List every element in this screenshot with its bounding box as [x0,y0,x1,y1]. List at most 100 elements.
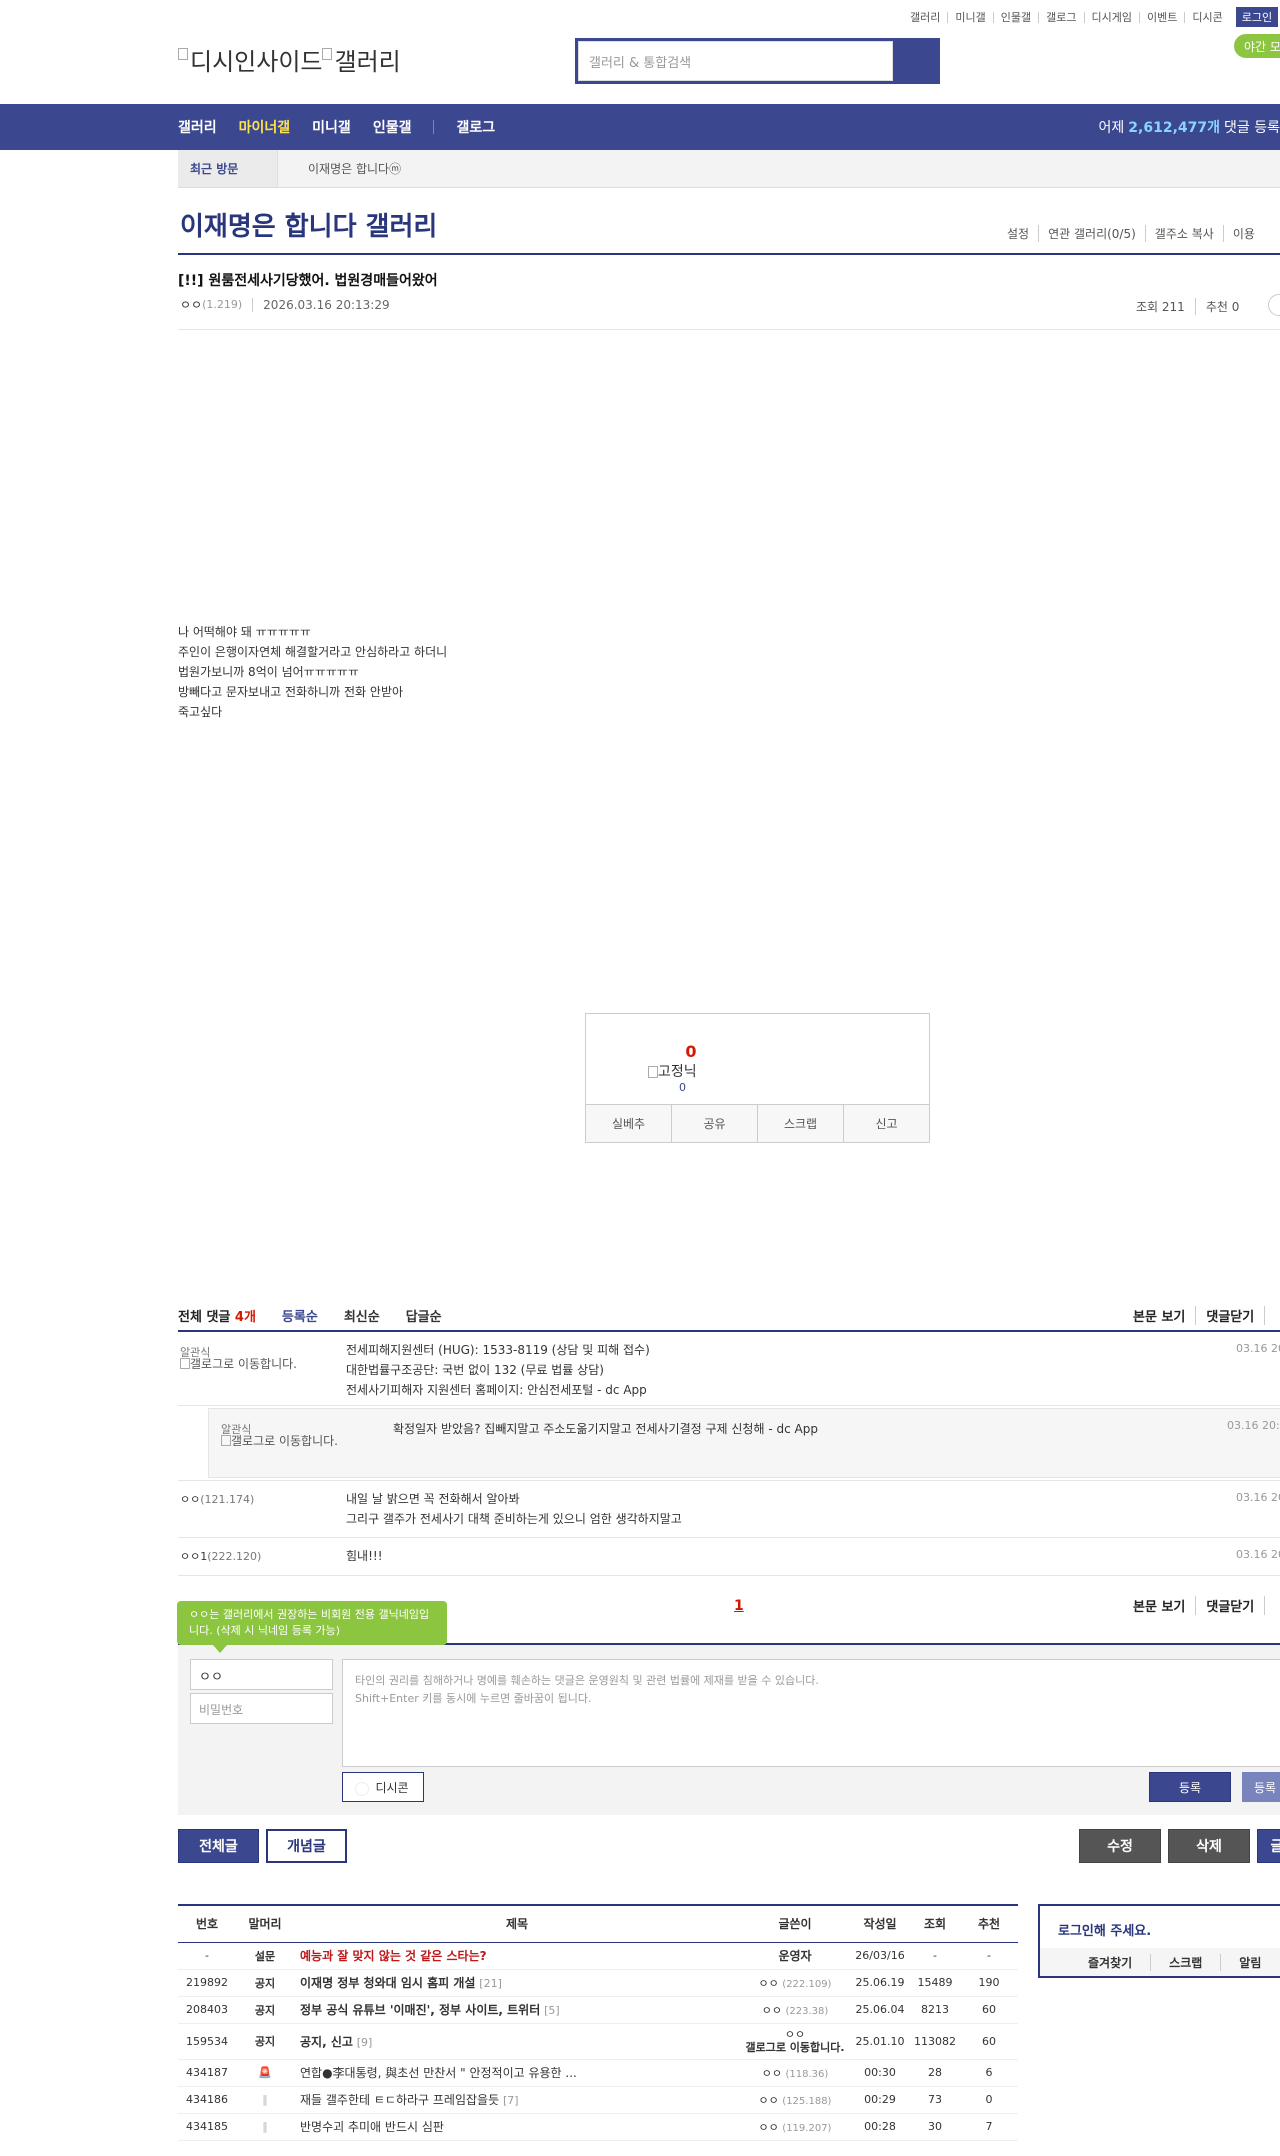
edit-button[interactable]: 수정 [1079,1829,1161,1863]
guest-nick-tooltip: ㅇㅇ는 갤러리에서 권장하는 비회원 전용 갤닉네임입니다. (삭제 시 닉네임… [177,1601,447,1653]
cell-title[interactable]: 반명수괴 추미애 반드시 심판 [294,2113,740,2141]
gnb-item-gallery[interactable]: 갤러리 [178,117,217,137]
gnb-divider [433,120,435,134]
tab-newest[interactable]: 최신순 [344,1306,380,1325]
gallog-link[interactable]: 갤로그로 이동합니다. [221,1435,351,1448]
night-mode-toggle[interactable]: 야간 모 [1234,34,1280,58]
util-link-gallery[interactable]: 갤러리 [903,12,947,23]
col-recommend: 추천 [960,1906,1018,1943]
table-row[interactable]: 219892 공지 이재명 정부 청와대 임시 홈피 개설 [21] ㅇㅇ (2… [178,1969,1018,1997]
refresh-button[interactable] [1264,1596,1280,1615]
cell-writer[interactable]: ㅇㅇ (125.188) [740,2086,850,2114]
util-link-gallog[interactable]: 갤로그 [1038,11,1083,23]
site-logo[interactable]: 디시인사이드 갤러리 [178,42,401,77]
delete-button[interactable]: 삭제 [1168,1829,1250,1863]
cell-no: 208403 [178,1996,236,2024]
cell-date: 00:30 [850,2059,910,2087]
recent-visits: 최근 방문 이재명은 합니다ⓜ [178,150,1280,188]
writer-nick: ㅇㅇ [758,2093,779,2107]
best-recommend-button[interactable]: 실베추 [586,1105,671,1142]
post-author-nick[interactable]: ㅇㅇ [180,296,202,313]
close-comments-button[interactable]: 댓글닫기 [1195,1305,1264,1325]
col-number: 번호 [178,1906,236,1943]
post-recommend: 추천 0 [1194,298,1250,315]
write-button[interactable]: 글 [1257,1829,1280,1863]
view-body-button[interactable]: 본문 보기 [1123,1596,1195,1615]
register-button[interactable]: 등록 [1149,1772,1231,1802]
login-prompt[interactable]: 로그인해 주세요. [1058,1920,1151,1939]
comment-text: 전세피해지원센터 (HUG): 1533-8119 (상담 및 피해 접수) 대… [346,1340,650,1400]
cell-title[interactable]: 이재명 정부 청와대 임시 홈피 개설 [21] [294,1969,740,1997]
cell-writer[interactable]: 운영자 [740,1942,850,1970]
table-row[interactable]: 434187 🚨 연합●李대통령, 與초선 만찬서 " 안정적이고 유용한 ..… [178,2059,1018,2087]
gnb-item-minor[interactable]: 마이너갤 [239,117,291,137]
gallery-options: 설정 연관 갤러리(0/5) 갤주소 복사 이용 [998,225,1264,242]
scrap-button[interactable]: 스크랩 [757,1105,843,1142]
refresh-button[interactable] [1264,1305,1280,1325]
recommend-count: 0 [685,1042,697,1061]
recent-visit-item[interactable]: 이재명은 합니다ⓜ [308,160,401,177]
gnb-item-gallog[interactable]: 갤로그 [456,117,495,137]
all-posts-button[interactable]: 전체글 [178,1829,259,1863]
gallery-settings-link[interactable]: 설정 [998,225,1038,242]
password-field[interactable]: 비밀번호 [190,1693,333,1724]
cell-writer[interactable]: ㅇㅇ (119.207) [740,2113,850,2141]
login-button[interactable]: 로그인 [1235,7,1279,27]
gallery-title[interactable]: 이재명은 합니다 갤러리 [180,206,437,243]
table-row[interactable]: 434185 ‖ 반명수괴 추미애 반드시 심판 ㅇㅇ (119.207) 00… [178,2113,1018,2141]
cell-writer[interactable]: ㅇㅇ (118.36) [740,2059,850,2087]
tab-oldest[interactable]: 등록순 [282,1306,318,1325]
gnb-item-person[interactable]: 인물갤 [373,117,412,137]
global-nav: 갤러리 마이너갤 미니갤 인물갤 갤로그 어제 2,612,477개 댓글 등록 [0,104,1280,150]
scrap-link[interactable]: 스크랩 [1150,1953,1220,1971]
register-with-button[interactable]: 등록 [1242,1772,1280,1802]
concept-posts-button[interactable]: 개념글 [266,1829,347,1863]
cell-title[interactable]: 공지, 신고 [9] [294,2023,740,2060]
comment-item: ㅇㅇ1(222.120) 힘내!!! 03.16 20 [178,1538,1280,1576]
view-body-button[interactable]: 본문 보기 [1123,1306,1195,1325]
favorites-link[interactable]: 즐겨찾기 [1040,1954,1150,1971]
util-link-game[interactable]: 디시게임 [1083,11,1139,23]
report-button[interactable]: 신고 [843,1105,929,1142]
notification-link[interactable]: 알림 [1220,1953,1279,1971]
nickname-field[interactable]: ㅇㅇ [190,1659,333,1690]
cell-writer[interactable]: ㅇㅇ (222.109) [740,1969,850,1997]
text-post-icon: ‖ [236,2113,294,2141]
cell-title[interactable]: 정부 공식 유튜브 '이매진', 정부 사이트, 트위터 [5] [294,1996,740,2024]
related-gallery-link[interactable]: 연관 갤러리(0/5) [1038,225,1145,242]
share-button[interactable]: 공유 [671,1105,757,1142]
comment-nick[interactable]: ㅇㅇ1 [180,1550,207,1563]
util-link-event[interactable]: 이벤트 [1138,11,1184,23]
recommend-actions: 실베추 공유 스크랩 신고 [586,1104,929,1142]
gnb-item-mini[interactable]: 미니갤 [312,117,351,137]
search-input[interactable]: 갤러리 & 통합검색 [578,41,893,81]
cell-title[interactable]: 연합●李대통령, 與초선 만찬서 " 안정적이고 유용한 ... [294,2059,740,2087]
more-icon[interactable] [1268,294,1280,316]
close-comments-button[interactable]: 댓글닫기 [1195,1596,1264,1615]
cell-no: 434187 [178,2059,236,2087]
table-row[interactable]: - 설문 예능과 잘 맞지 않는 것 같은 스타는? 운영자 26/03/16 … [178,1942,1018,1970]
util-link-dccon[interactable]: 디시콘 [1184,11,1229,23]
table-row[interactable]: 159534 공지 공지, 신고 [9] ㅇㅇ 갤로그로 이동합니다. 25.01… [178,2023,1018,2060]
writer-nick: ㅇㅇ [761,2066,782,2080]
table-row[interactable]: 434186 ‖ 재들 갤주한테 ㅌㄷ하라구 프레임잡을듯 [7] ㅇㅇ (12… [178,2086,1018,2114]
cell-title[interactable]: 예능과 잘 맞지 않는 것 같은 스타는? [294,1942,740,1970]
comment-textarea[interactable]: 타인의 권리를 침해하거나 명예를 훼손하는 댓글은 운영원칙 및 관련 법률에… [342,1659,1280,1767]
cell-writer[interactable]: ㅇㅇ 갤로그로 이동합니다. [740,2023,850,2060]
cell-title[interactable]: 재들 갤주한테 ㅌㄷ하라구 프레임잡을듯 [7] [294,2086,740,2114]
comment-page-link[interactable]: 1 [734,1598,744,1614]
copy-address-link[interactable]: 갤주소 복사 [1144,225,1223,242]
login-box-links: 즐겨찾기 스크랩 알림 [1040,1948,1280,1976]
search-button[interactable] [893,41,937,81]
util-link-mini[interactable]: 미니갤 [947,11,992,23]
dccon-button[interactable]: 디시콘 [342,1772,424,1802]
cell-writer[interactable]: ㅇㅇ (223.38) [740,1996,850,2024]
gallog-link[interactable]: 갤로그로 이동합니다. [180,1358,310,1371]
util-link-person[interactable]: 인물갤 [992,11,1038,23]
table-row[interactable]: 208403 공지 정부 공식 유튜브 '이매진', 정부 사이트, 트위터 [… [178,1996,1018,2024]
tab-replies[interactable]: 답글순 [406,1306,442,1325]
fixed-nick-recommend[interactable]: 고정닉 [648,1061,697,1081]
comment-nick[interactable]: ㅇㅇ [180,1493,200,1506]
post-body-line: 주인이 은행이자연체 해결할거라고 안심하라고 하더니 [178,645,448,659]
usage-link[interactable]: 이용 [1222,225,1264,242]
